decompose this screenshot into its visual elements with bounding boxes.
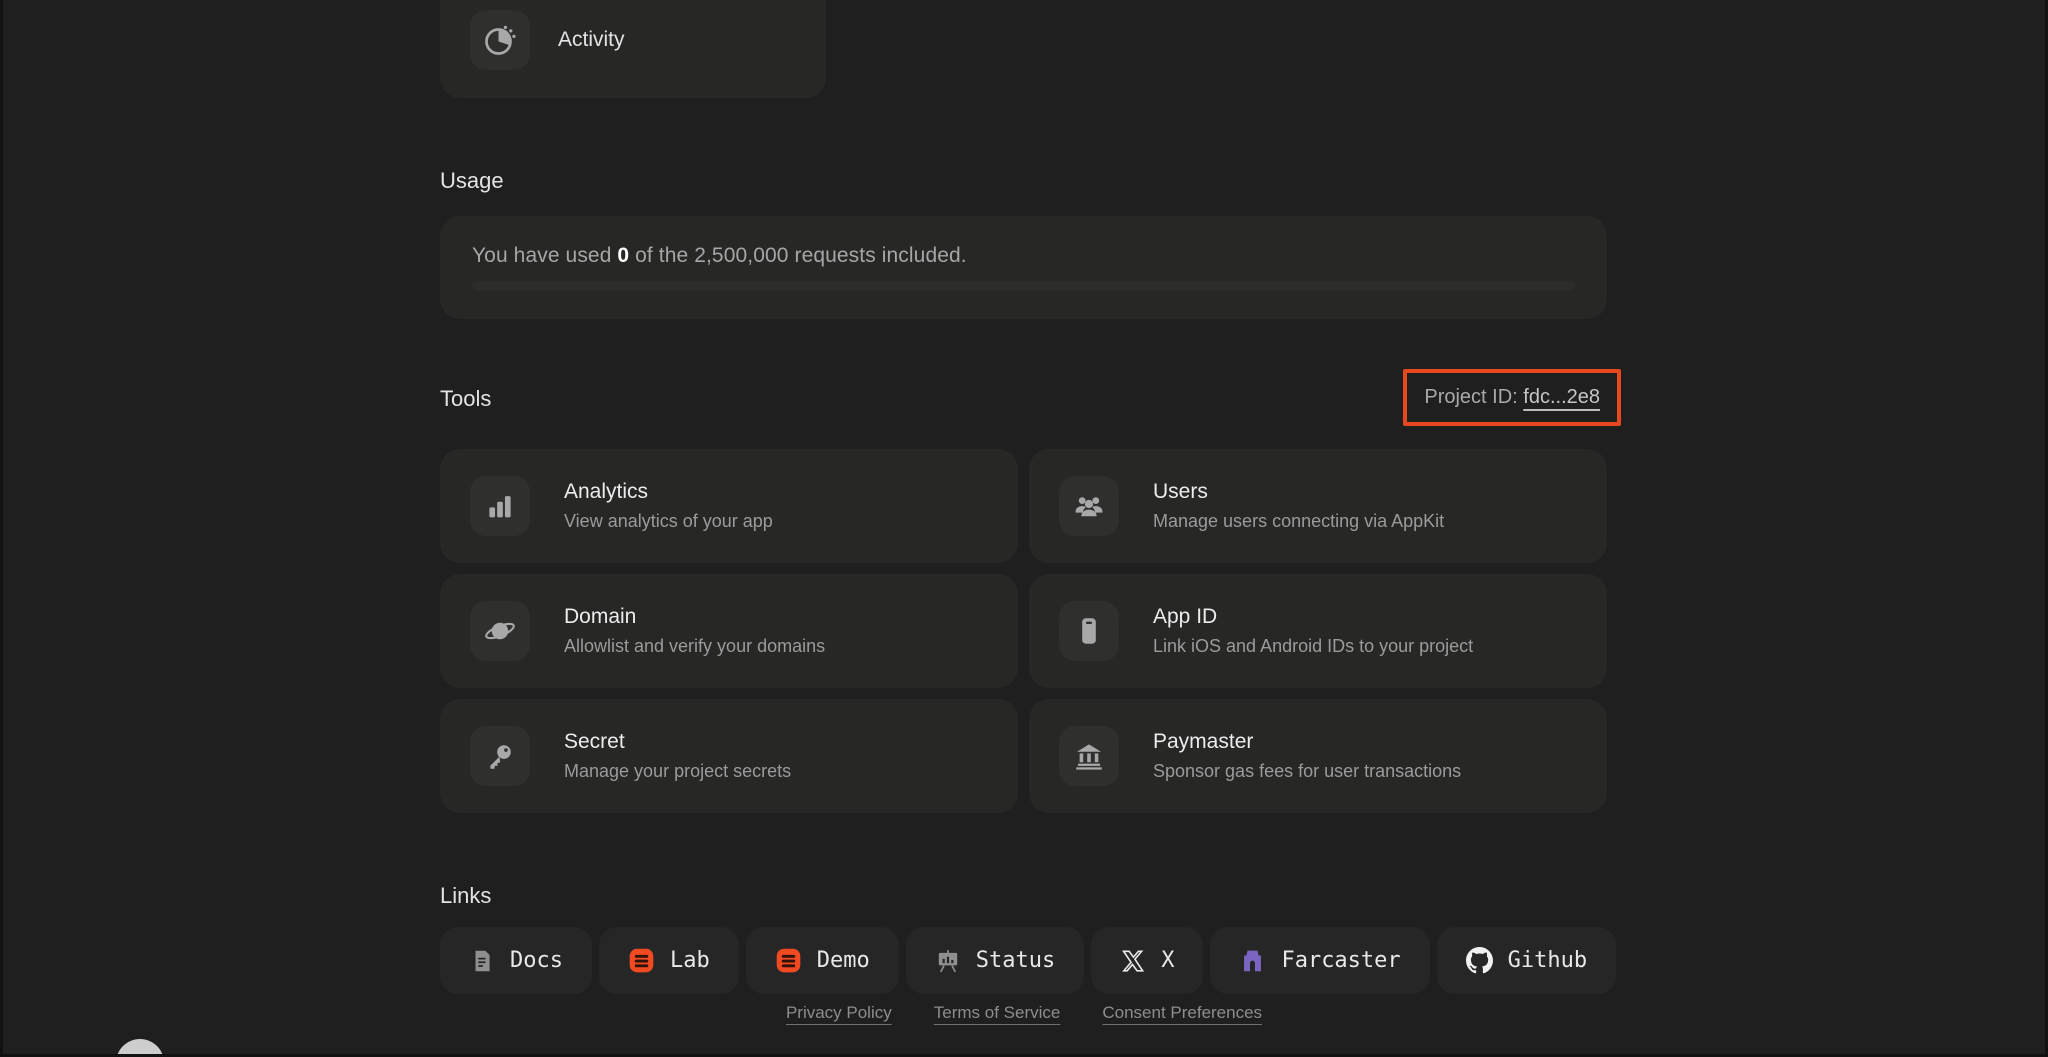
clock-history-icon xyxy=(470,10,530,70)
status-link-button[interactable]: Status xyxy=(905,927,1085,994)
usage-used-value: 0 xyxy=(617,244,630,267)
consent-preferences-link[interactable]: Consent Preferences xyxy=(1102,1003,1262,1023)
link-label: X xyxy=(1161,948,1175,973)
github-link-button[interactable]: Github xyxy=(1436,927,1617,994)
lab-link-button[interactable]: Lab xyxy=(598,927,739,994)
bank-icon xyxy=(1059,726,1119,786)
privacy-policy-link[interactable]: Privacy Policy xyxy=(786,1003,892,1023)
tools-grid: Analytics View analytics of your app Use… xyxy=(440,449,1607,813)
tool-card-analytics[interactable]: Analytics View analytics of your app xyxy=(440,449,1018,563)
tool-card-users[interactable]: Users Manage users connecting via AppKit xyxy=(1029,449,1607,563)
x-link-button[interactable]: X xyxy=(1091,927,1204,994)
usage-card: You have used 0 of the 2,500,000 request… xyxy=(440,216,1607,319)
links-heading: Links xyxy=(440,883,492,908)
easel-icon xyxy=(935,948,961,974)
usage-progress-bar xyxy=(472,281,1575,291)
activity-card-label: Activity xyxy=(558,28,625,51)
tool-description: Manage your project secrets xyxy=(564,761,792,781)
project-id-badge[interactable]: Project ID: fdc...2e8 xyxy=(1403,369,1621,426)
usage-text: You have used 0 of the 2,500,000 request… xyxy=(472,244,1575,268)
usage-text-prefix: You have used xyxy=(472,244,618,267)
project-id-value[interactable]: fdc...2e8 xyxy=(1523,386,1600,408)
lab-orange-icon xyxy=(628,947,655,974)
tool-card-text: Paymaster Sponsor gas fees for user tran… xyxy=(1153,730,1461,782)
tool-description: Link iOS and Android IDs to your project xyxy=(1153,636,1474,656)
usage-heading: Usage xyxy=(440,168,504,193)
chat-widget-bubble[interactable] xyxy=(116,1039,164,1057)
main-content: Activity Usage You have used 0 of the 2,… xyxy=(440,0,1621,994)
link-label: Farcaster xyxy=(1281,948,1401,973)
x-logo-icon xyxy=(1120,948,1146,974)
footer-links: Privacy Policy Terms of Service Consent … xyxy=(0,1003,2048,1023)
tool-title: Paymaster xyxy=(1153,730,1254,753)
tool-title: Secret xyxy=(564,730,625,753)
link-label: Demo xyxy=(816,948,870,973)
tool-card-domain[interactable]: Domain Allowlist and verify your domains xyxy=(440,574,1018,688)
planet-icon xyxy=(470,601,530,661)
tool-title: App ID xyxy=(1153,605,1218,628)
activity-card-row: Activity xyxy=(470,10,625,70)
tool-card-text: Users Manage users connecting via AppKit xyxy=(1153,480,1444,532)
tool-description: Manage users connecting via AppKit xyxy=(1153,511,1445,531)
tool-card-text: Secret Manage your project secrets xyxy=(564,730,791,782)
link-label: Docs xyxy=(510,948,563,973)
bar-chart-icon xyxy=(470,476,530,536)
github-mark-icon xyxy=(1465,947,1493,974)
tool-card-text: Analytics View analytics of your app xyxy=(564,480,773,532)
tool-description: View analytics of your app xyxy=(564,511,773,531)
link-label: Status xyxy=(975,948,1056,973)
usage-text-suffix: of the 2,500,000 requests included. xyxy=(629,244,967,267)
farcaster-link-button[interactable]: Farcaster xyxy=(1210,927,1430,994)
tool-card-text: App ID Link iOS and Android IDs to your … xyxy=(1153,605,1473,657)
demo-link-button[interactable]: Demo xyxy=(745,927,899,994)
links-row: Docs Lab Demo Status X Farcaster Github xyxy=(440,927,1617,994)
tool-title: Domain xyxy=(564,605,637,628)
document-icon xyxy=(469,948,495,974)
farcaster-arch-icon xyxy=(1239,947,1266,974)
tool-card-paymaster[interactable]: Paymaster Sponsor gas fees for user tran… xyxy=(1029,699,1607,813)
activity-card[interactable]: Activity xyxy=(440,0,826,98)
docs-link-button[interactable]: Docs xyxy=(440,927,592,994)
tool-card-app-id[interactable]: App ID Link iOS and Android IDs to your … xyxy=(1029,574,1607,688)
link-label: Lab xyxy=(669,948,710,973)
tool-title: Analytics xyxy=(564,480,649,503)
phone-icon xyxy=(1059,601,1119,661)
tools-heading: Tools xyxy=(440,386,492,411)
key-icon xyxy=(470,726,530,786)
demo-orange-icon xyxy=(775,947,802,974)
tool-title: Users xyxy=(1153,480,1208,503)
tool-description: Sponsor gas fees for user transactions xyxy=(1153,761,1462,781)
tool-card-text: Domain Allowlist and verify your domains xyxy=(564,605,825,657)
project-id-label: Project ID: xyxy=(1424,386,1524,408)
tool-description: Allowlist and verify your domains xyxy=(564,636,826,656)
tool-card-secret[interactable]: Secret Manage your project secrets xyxy=(440,699,1018,813)
link-label: Github xyxy=(1507,948,1588,973)
tools-heading-row: Tools Project ID: fdc...2e8 xyxy=(440,369,1621,446)
terms-of-service-link[interactable]: Terms of Service xyxy=(934,1003,1061,1023)
users-icon xyxy=(1059,476,1119,536)
